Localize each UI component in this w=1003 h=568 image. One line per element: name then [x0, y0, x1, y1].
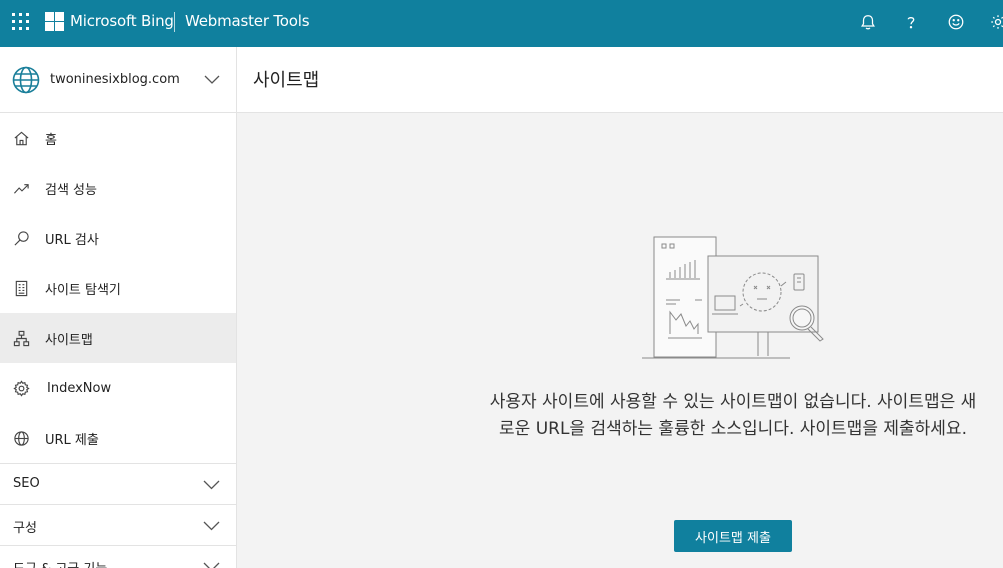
top-bar: Microsoft Bing Webmaster Tools — [0, 0, 1003, 47]
sidebar-section-configuration[interactable]: 구성 — [0, 504, 236, 545]
site-picker[interactable]: twoninesixblog.com — [0, 47, 236, 113]
brand-divider — [174, 12, 175, 32]
sidebar-item-label: URL 검사 — [45, 232, 99, 248]
sitemap-icon — [12, 329, 30, 347]
sidebar-section-tools[interactable]: 도구 & 고급 기능 — [0, 545, 236, 568]
site-globe-icon — [12, 66, 40, 94]
empty-sitemap-illustration — [642, 236, 824, 359]
sidebar-item-url-inspection[interactable]: URL 검사 — [0, 213, 236, 263]
chevron-down-icon — [203, 521, 220, 531]
sidebar-item-home[interactable]: 홈 — [0, 113, 236, 163]
sidebar-item-url-submission[interactable]: URL 제출 — [0, 413, 236, 463]
trend-icon — [12, 179, 30, 197]
section-label: 구성 — [13, 521, 37, 536]
help-icon[interactable] — [899, 10, 923, 34]
sidebar-section-seo[interactable]: SEO — [0, 463, 236, 504]
sidebar-item-label: 홈 — [45, 132, 57, 148]
chevron-down-icon — [203, 480, 220, 490]
app-launcher-icon[interactable] — [12, 13, 30, 31]
settings-gear-icon[interactable] — [986, 10, 1003, 34]
site-name: twoninesixblog.com — [50, 72, 180, 87]
chevron-down-icon[interactable] — [204, 73, 220, 85]
sidebar-item-indexnow[interactable]: IndexNow — [0, 363, 236, 413]
brand-name[interactable]: Microsoft Bing — [70, 12, 174, 30]
sidebar-item-site-explorer[interactable]: 사이트 탐색기 — [0, 263, 236, 313]
sidebar-item-label: 사이트 탐색기 — [45, 282, 121, 298]
section-label: SEO — [13, 476, 40, 491]
search-icon — [12, 229, 30, 247]
microsoft-logo-icon — [45, 12, 64, 31]
globe-icon — [12, 429, 30, 447]
section-label: 도구 & 고급 기능 — [13, 558, 107, 568]
sidebar: twoninesixblog.com 홈 검색 성능 URL 검사 사이트 탐색… — [0, 47, 237, 568]
gear-icon — [12, 379, 30, 397]
empty-state-message: 사용자 사이트에 사용할 수 있는 사이트맵이 없습니다. 사이트맵은 새로운 … — [489, 392, 977, 439]
page-header: 사이트맵 — [237, 47, 1003, 113]
product-name[interactable]: Webmaster Tools — [185, 12, 310, 30]
feedback-smiley-icon[interactable] — [944, 10, 968, 34]
sidebar-item-label: IndexNow — [47, 380, 112, 396]
document-icon — [12, 279, 30, 297]
bell-icon[interactable] — [856, 10, 880, 34]
chevron-down-icon — [203, 562, 220, 568]
sidebar-item-search-performance[interactable]: 검색 성능 — [0, 163, 236, 213]
sidebar-item-sitemaps[interactable]: 사이트맵 — [0, 313, 236, 363]
sidebar-item-label: URL 제출 — [45, 432, 99, 448]
page-title: 사이트맵 — [253, 70, 320, 91]
sidebar-item-label: 검색 성능 — [45, 182, 97, 198]
sidebar-item-label: 사이트맵 — [45, 332, 93, 348]
submit-sitemap-button[interactable]: 사이트맵 제출 — [674, 520, 792, 552]
home-icon — [12, 129, 30, 147]
